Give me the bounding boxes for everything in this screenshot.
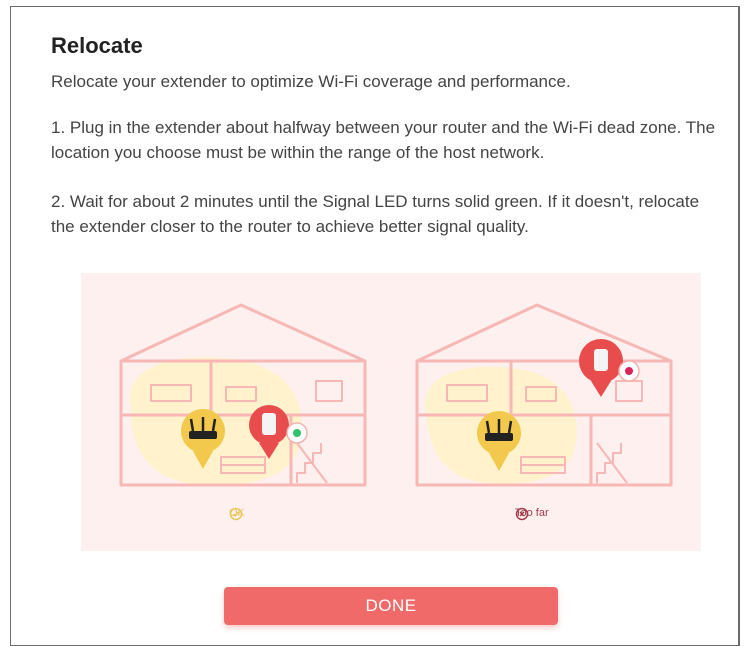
house-ok <box>119 303 367 487</box>
step-2-text: 2. Wait for about 2 minutes until the Si… <box>51 192 700 236</box>
extender-icon <box>579 339 640 397</box>
ok-caption: OK <box>229 507 245 521</box>
house-too-far <box>415 303 673 487</box>
too-far-caption: Too far <box>515 507 549 521</box>
check-circle-icon <box>229 507 243 521</box>
dialog-title: Relocate <box>51 33 143 58</box>
intro-text: Relocate your extender to optimize Wi-Fi… <box>51 72 571 91</box>
relocation-illustration: OK Too far <box>81 273 701 551</box>
relocate-dialog: Relocate Relocate your extender to optim… <box>10 6 740 646</box>
done-button[interactable]: DONE <box>224 587 558 625</box>
step-1-text: 1. Plug in the extender about halfway be… <box>51 118 716 162</box>
x-circle-icon <box>515 507 529 521</box>
